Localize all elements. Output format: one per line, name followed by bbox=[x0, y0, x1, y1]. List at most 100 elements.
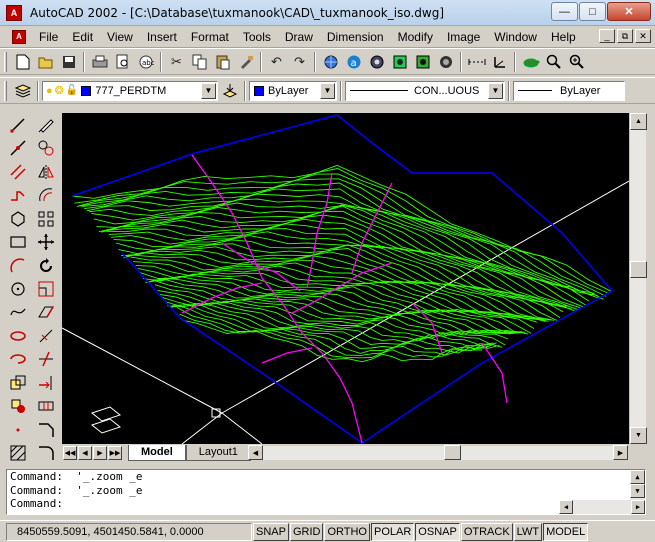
vertical-scrollbar[interactable]: ▲ ▼ bbox=[629, 113, 647, 444]
pan-icon[interactable] bbox=[365, 51, 388, 73]
line-icon[interactable] bbox=[6, 113, 30, 136]
stretch-icon[interactable] bbox=[34, 301, 58, 324]
polygon-icon[interactable] bbox=[6, 207, 30, 230]
print-icon[interactable] bbox=[88, 51, 111, 73]
scroll-h-thumb[interactable] bbox=[444, 445, 461, 460]
today-icon[interactable]: a bbox=[342, 51, 365, 73]
doc-close-button[interactable]: ✕ bbox=[635, 29, 651, 43]
layers-icon[interactable] bbox=[11, 80, 34, 102]
paste-icon[interactable] bbox=[211, 51, 234, 73]
autocad-app-icon[interactable]: A bbox=[6, 4, 22, 21]
doc-restore-button[interactable]: ⧉ bbox=[617, 29, 633, 43]
matchprop-icon[interactable] bbox=[234, 51, 257, 73]
lineweight-dropdown[interactable]: ByLayer bbox=[513, 80, 625, 101]
prev-tab-button[interactable]: ◀ bbox=[78, 445, 92, 460]
open-icon[interactable] bbox=[34, 51, 57, 73]
polar-toggle[interactable]: POLAR bbox=[371, 522, 415, 541]
close-button[interactable]: ✕ bbox=[607, 2, 651, 21]
make-current-icon[interactable] bbox=[218, 80, 241, 102]
spell-icon[interactable]: abc bbox=[134, 51, 157, 73]
scroll-right-button[interactable]: ▶ bbox=[631, 500, 645, 514]
arc-icon[interactable] bbox=[6, 254, 30, 277]
menu-format[interactable]: Format bbox=[184, 27, 236, 47]
scroll-down-button[interactable]: ▼ bbox=[630, 484, 645, 498]
coordinate-display[interactable]: 8450559.5091, 4501450.5841, 0.0000 bbox=[6, 522, 252, 541]
menu-dimension[interactable]: Dimension bbox=[320, 27, 391, 47]
turtle-icon[interactable] bbox=[519, 51, 542, 73]
distance-icon[interactable] bbox=[465, 51, 488, 73]
toolbar-grip[interactable] bbox=[4, 80, 7, 101]
ortho-toggle[interactable]: ORTHO bbox=[324, 522, 370, 541]
chevron-down-icon[interactable]: ▼ bbox=[201, 82, 216, 99]
lengthen-icon[interactable] bbox=[34, 324, 58, 347]
rotate-icon[interactable] bbox=[34, 254, 58, 277]
scroll-left-button[interactable]: ◀ bbox=[248, 445, 263, 460]
array-icon[interactable] bbox=[34, 207, 58, 230]
toolbar-grip[interactable] bbox=[4, 51, 7, 72]
tab-model[interactable]: Model bbox=[128, 444, 186, 461]
command-scrollbar[interactable]: ▲ ▼ bbox=[630, 470, 645, 500]
menu-insert[interactable]: Insert bbox=[140, 27, 184, 47]
xline-icon[interactable] bbox=[6, 136, 30, 159]
document-icon[interactable]: A bbox=[12, 29, 26, 44]
layer-dropdown[interactable]: ● ❂ 🔓 777_PERDTM ▼ bbox=[42, 80, 218, 101]
spline-icon[interactable] bbox=[6, 301, 30, 324]
color-dropdown[interactable]: ByLayer ▼ bbox=[249, 80, 337, 101]
menu-window[interactable]: Window bbox=[487, 27, 544, 47]
redo-icon[interactable]: ↷ bbox=[288, 51, 311, 73]
make-block-icon[interactable] bbox=[6, 395, 30, 418]
minimize-button[interactable]: — bbox=[551, 2, 578, 21]
snap-toggle[interactable]: SNAP bbox=[253, 522, 289, 541]
zoom-in-icon[interactable] bbox=[565, 51, 588, 73]
scroll-right-button[interactable]: ▶ bbox=[613, 445, 628, 460]
new-icon[interactable] bbox=[11, 51, 34, 73]
zoom-realtime-icon[interactable] bbox=[388, 51, 411, 73]
maximize-button[interactable]: □ bbox=[579, 2, 606, 21]
insert-block-icon[interactable] bbox=[6, 371, 30, 394]
break-icon[interactable] bbox=[34, 395, 58, 418]
tab-layout1[interactable]: Layout1 bbox=[185, 444, 251, 461]
first-tab-button[interactable]: ◀◀ bbox=[63, 445, 77, 460]
menu-help[interactable]: Help bbox=[544, 27, 583, 47]
grid-toggle[interactable]: GRID bbox=[289, 522, 324, 541]
scroll-left-button[interactable]: ◀ bbox=[559, 500, 573, 514]
menu-view[interactable]: View bbox=[100, 27, 140, 47]
scroll-up-button[interactable]: ▲ bbox=[630, 113, 647, 130]
scroll-up-button[interactable]: ▲ bbox=[630, 470, 645, 484]
doc-minimize-button[interactable]: _ bbox=[599, 29, 615, 43]
osnap-toggle[interactable]: OSNAP bbox=[415, 522, 460, 541]
menu-modify[interactable]: Modify bbox=[391, 27, 440, 47]
offset-icon[interactable] bbox=[34, 183, 58, 206]
copy-icon[interactable] bbox=[188, 51, 211, 73]
polyline-icon[interactable] bbox=[6, 183, 30, 206]
command-prompt[interactable]: Command: bbox=[7, 497, 645, 511]
ellipse-arc-icon[interactable] bbox=[6, 348, 30, 371]
menu-file[interactable]: File bbox=[32, 27, 65, 47]
undo-icon[interactable]: ↶ bbox=[265, 51, 288, 73]
ucs-icon[interactable] bbox=[488, 51, 511, 73]
circle-icon[interactable] bbox=[6, 277, 30, 300]
command-hscrollbar[interactable]: ◀ ▶ bbox=[559, 500, 645, 514]
menu-tools[interactable]: Tools bbox=[236, 27, 278, 47]
erase-icon[interactable] bbox=[34, 113, 58, 136]
horizontal-scrollbar[interactable]: ◀ ▶ bbox=[248, 445, 628, 460]
scale-icon[interactable] bbox=[34, 277, 58, 300]
hatch-icon[interactable] bbox=[6, 442, 30, 465]
multiline-icon[interactable] bbox=[6, 160, 30, 183]
zoom-window-icon[interactable] bbox=[411, 51, 434, 73]
otrack-toggle[interactable]: OTRACK bbox=[460, 522, 513, 541]
lwt-toggle[interactable]: LWT bbox=[513, 522, 543, 541]
rectangle-icon[interactable] bbox=[6, 230, 30, 253]
menu-draw[interactable]: Draw bbox=[278, 27, 320, 47]
hyperlink-icon[interactable] bbox=[319, 51, 342, 73]
trim-icon[interactable] bbox=[34, 348, 58, 371]
point-icon[interactable] bbox=[6, 418, 30, 441]
scroll-down-button[interactable]: ▼ bbox=[630, 427, 647, 444]
model-toggle[interactable]: MODEL bbox=[543, 522, 589, 541]
copy-object-icon[interactable] bbox=[34, 136, 58, 159]
zoom-icon[interactable] bbox=[542, 51, 565, 73]
preview-icon[interactable] bbox=[111, 51, 134, 73]
menu-edit[interactable]: Edit bbox=[65, 27, 100, 47]
command-window[interactable]: Command: '_.zoom _e Command: '_.zoom _e … bbox=[6, 469, 646, 515]
chevron-down-icon[interactable]: ▼ bbox=[488, 82, 503, 99]
